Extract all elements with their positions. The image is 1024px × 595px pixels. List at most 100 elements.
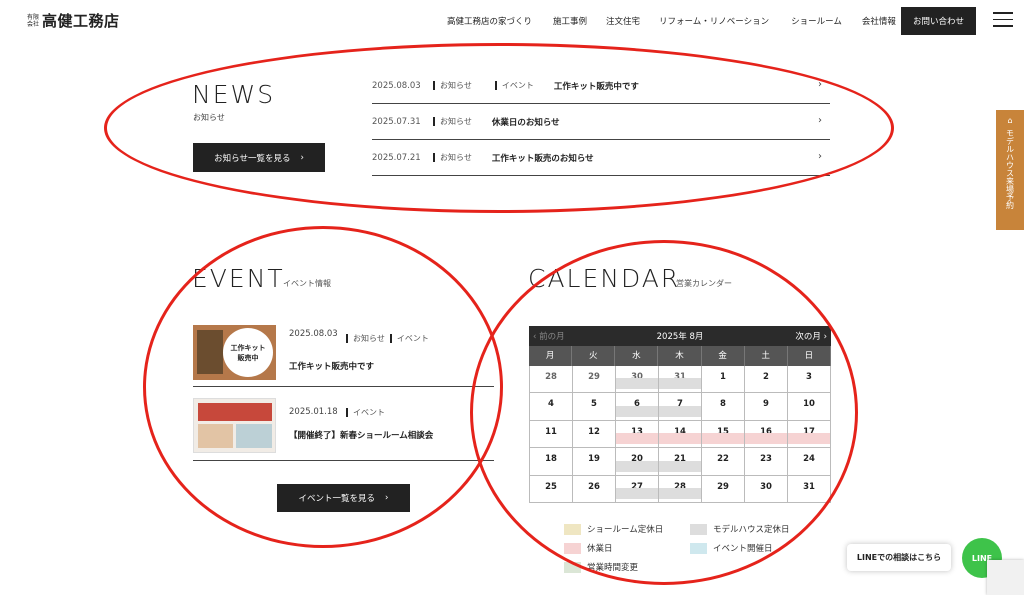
- main-nav: 高健工務店の家づくり 施工事例 注文住宅 リフォーム・リノベーション ショールー…: [447, 15, 896, 27]
- calendar-day: 1: [702, 366, 745, 394]
- calendar-day: 7: [659, 393, 702, 421]
- calendar-day: 11: [530, 420, 573, 449]
- calendar-day: 4: [530, 393, 573, 421]
- recaptcha-icon: [987, 560, 1024, 595]
- calendar-day: 27: [616, 475, 659, 503]
- chevron-right-icon: ›: [385, 493, 389, 503]
- calendar-day-marker: [702, 433, 744, 445]
- nav-item-showroom[interactable]: ショールーム: [791, 15, 842, 27]
- event-heading: EVENT: [192, 264, 285, 293]
- event-subheading: イベント情報: [283, 279, 331, 288]
- legend-label: 休業日: [587, 544, 613, 554]
- event-tag: イベント: [346, 407, 385, 418]
- logo-text: 高健工務店: [42, 12, 120, 30]
- event-tags: イベント: [343, 407, 405, 419]
- legend-item: 営業時間変更: [564, 561, 638, 573]
- calendar-day: 30: [616, 366, 659, 394]
- calendar-subheading: 営業カレンダー: [676, 279, 732, 288]
- weekday: 金: [702, 346, 745, 366]
- news-more-button[interactable]: お知らせ一覧を見る ›: [193, 143, 325, 172]
- calendar-day: 10: [788, 393, 831, 421]
- calendar-day: 18: [530, 448, 573, 476]
- calendar-day: 30: [745, 475, 788, 503]
- legend-label: モデルハウス定休日: [713, 525, 790, 535]
- event-item[interactable]: 工作キット 販売中 2025.08.03 お知らせ イベント 工作キット販売中で…: [193, 320, 494, 387]
- news-item[interactable]: 2025.08.03 お知らせ イベント 工作キット販売中です ›: [372, 68, 830, 104]
- event-item[interactable]: 2025.01.18 イベント 【開催終了】新春ショールーム相談会: [193, 388, 494, 461]
- news-date: 2025.07.21: [372, 152, 421, 163]
- calendar-header: ‹ 前の月 2025年 8月 次の月 ›: [529, 326, 831, 346]
- calendar-weekdays: 月 火 水 木 金 土 日: [529, 346, 831, 366]
- calendar-day-marker: [616, 405, 658, 417]
- chevron-right-icon: ›: [818, 115, 822, 126]
- legend-label: イベント開催日: [713, 544, 773, 554]
- logo[interactable]: 有限会社 高健工務店: [27, 10, 120, 31]
- calendar-day: 22: [702, 448, 745, 476]
- legend-swatch: [564, 523, 581, 535]
- legend-item: モデルハウス定休日: [690, 523, 790, 535]
- legend-swatch: [564, 542, 581, 554]
- calendar-heading: CALENDAR: [528, 264, 681, 293]
- hamburger-menu-icon[interactable]: [993, 12, 1013, 28]
- calendar-day-marker: [659, 405, 701, 417]
- event-date: 2025.08.03: [289, 329, 338, 339]
- calendar-day: 28: [530, 366, 573, 394]
- calendar-day-marker: [616, 378, 658, 390]
- calendar-day: 17: [788, 420, 831, 449]
- weekday: 日: [788, 346, 831, 366]
- prev-month-button[interactable]: ‹ 前の月: [533, 330, 565, 342]
- contact-button[interactable]: お問い合わせ: [901, 7, 976, 35]
- chevron-right-icon: ›: [818, 151, 822, 162]
- calendar-day-marker: [659, 460, 701, 472]
- legend-swatch: [690, 523, 707, 535]
- calendar-day: 31: [788, 475, 831, 503]
- side-tab-label: モデルハウス来場予約: [1005, 129, 1015, 209]
- news-more-label: お知らせ一覧を見る: [214, 153, 291, 164]
- calendar-day: 31: [659, 366, 702, 394]
- calendar-day-marker: [616, 433, 658, 445]
- nav-item-reform[interactable]: リフォーム・リノベーション: [659, 15, 769, 27]
- news-subheading: お知らせ: [193, 113, 225, 122]
- news-item[interactable]: 2025.07.31 お知らせ 休業日のお知らせ ›: [372, 104, 830, 140]
- calendar-day-marker: [659, 433, 701, 445]
- calendar-day: 29: [702, 475, 745, 503]
- weekday: 土: [745, 346, 788, 366]
- legend-label: 営業時間変更: [587, 563, 639, 573]
- news-item[interactable]: 2025.07.21 お知らせ 工作キット販売のお知らせ ›: [372, 140, 830, 176]
- calendar-day-marker: [659, 378, 701, 390]
- thumb-text: 販売中: [237, 353, 259, 362]
- news-title: 工作キット販売中です: [553, 81, 639, 92]
- calendar: ‹ 前の月 2025年 8月 次の月 › 月 火 水 木 金 土 日 28 29 3…: [529, 326, 831, 503]
- model-house-reservation-tab[interactable]: ⌂ モデルハウス来場予約: [996, 110, 1024, 230]
- event-thumbnail: 工作キット 販売中: [193, 325, 276, 380]
- event-more-button[interactable]: イベント一覧を見る ›: [277, 484, 410, 512]
- legend-label: ショールーム定休日: [587, 525, 664, 535]
- weekday: 木: [658, 346, 702, 366]
- news-tag: お知らせ: [433, 152, 472, 163]
- line-consult-bubble[interactable]: LINEでの相談はこちら: [847, 544, 951, 571]
- calendar-day: 23: [745, 448, 788, 476]
- calendar-day: 19: [573, 448, 616, 476]
- calendar-day: 9: [745, 393, 788, 421]
- event-tag: お知らせ: [346, 333, 385, 344]
- calendar-day: 26: [573, 475, 616, 503]
- next-month-label: 次の月: [795, 332, 821, 342]
- weekday: 水: [615, 346, 659, 366]
- thumb-text: 工作キット: [230, 343, 266, 352]
- event-date: 2025.01.18: [289, 407, 338, 417]
- calendar-day: 8: [702, 393, 745, 421]
- logo-small-text: 有限会社: [27, 13, 40, 28]
- event-more-label: イベント一覧を見る: [298, 494, 376, 504]
- nav-item-works[interactable]: 施工事例: [553, 15, 587, 27]
- nav-item-company[interactable]: 会社情報: [862, 15, 896, 27]
- next-month-button[interactable]: 次の月 ›: [795, 330, 827, 342]
- calendar-day-marker: [616, 460, 658, 472]
- calendar-day-marker: [788, 433, 830, 445]
- weekday: 月: [529, 346, 573, 366]
- nav-item-house[interactable]: 高健工務店の家づくり: [447, 15, 532, 27]
- nav-item-custom-home[interactable]: 注文住宅: [606, 15, 640, 27]
- calendar-month: 2025年 8月: [656, 332, 704, 342]
- legend-item: イベント開催日: [690, 542, 773, 554]
- legend-swatch: [690, 542, 707, 554]
- calendar-day-marker: [745, 433, 787, 445]
